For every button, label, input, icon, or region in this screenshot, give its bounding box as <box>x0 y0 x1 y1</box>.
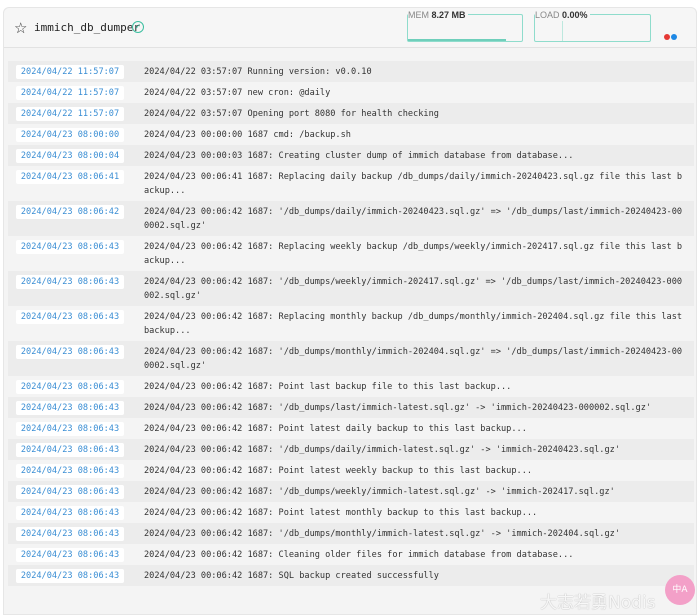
log-timestamp[interactable]: 2024/04/23 08:06:43 <box>16 569 124 583</box>
log-row: 2024/04/22 11:57:07 2024/04/22 03:57:07 n… <box>8 82 694 103</box>
log-timestamp[interactable]: 2024/04/23 08:06:42 <box>16 205 124 219</box>
log-message: 2024/04/23 00:06:42 1687: Point latest w… <box>144 466 533 476</box>
log-row: 2024/04/23 08:00:00 2024/04/23 00:00:00 1… <box>8 124 694 145</box>
log-row: 2024/04/23 08:06:43 2024/04/23 00:06:42 1… <box>8 376 694 397</box>
log-message: 2024/04/23 00:00:03 1687: Creating clust… <box>144 151 574 161</box>
log-row: 2024/04/23 08:06:41 2024/04/23 00:06:41 1… <box>8 166 694 201</box>
log-row: 2024/04/23 08:00:04 2024/04/23 00:00:03 1… <box>8 145 694 166</box>
log-row: 2024/04/23 08:06:43 2024/04/23 00:06:42 1… <box>8 271 694 306</box>
log-timestamp[interactable]: 2024/04/22 11:57:07 <box>16 107 124 121</box>
log-row: 2024/04/23 08:06:43 2024/04/23 00:06:42 1… <box>8 523 694 544</box>
log-message: 2024/04/23 00:06:42 1687: Point latest m… <box>144 508 538 518</box>
memory-meter: MEM 8.27 MB <box>407 10 523 42</box>
log-message: 2024/04/23 00:06:42 1687: Replacing mont… <box>144 312 683 336</box>
log-message: 2024/04/23 00:06:42 1687: Cleaning older… <box>144 550 574 560</box>
log-row: 2024/04/23 08:06:43 2024/04/23 00:06:42 1… <box>8 502 694 523</box>
log-message: 2024/04/23 00:06:42 1687: Replacing week… <box>144 242 683 266</box>
log-row: 2024/04/23 08:06:43 2024/04/23 00:06:42 1… <box>8 306 694 341</box>
log-row: 2024/04/23 08:06:42 2024/04/23 00:06:42 1… <box>8 201 694 236</box>
load-graph-line <box>562 21 563 41</box>
log-row: 2024/04/23 08:06:43 2024/04/23 00:06:42 1… <box>8 481 694 502</box>
log-message: 2024/04/23 00:06:42 1687: Point latest d… <box>144 424 527 434</box>
load-value: 0.00% <box>562 10 588 20</box>
log-message: 2024/04/22 03:57:07 Running version: v0.… <box>144 67 372 77</box>
log-message: 2024/04/23 00:06:42 1687: '/db_dumps/wee… <box>144 277 683 301</box>
log-message: 2024/04/23 00:06:42 1687: Point last bac… <box>144 382 512 392</box>
log-timestamp[interactable]: 2024/04/23 08:06:43 <box>16 401 124 415</box>
log-timestamp[interactable]: 2024/04/23 08:06:43 <box>16 380 124 394</box>
log-row: 2024/04/22 11:57:07 2024/04/22 03:57:07 O… <box>8 103 694 124</box>
log-row: 2024/04/23 08:06:43 2024/04/23 00:06:42 1… <box>8 439 694 460</box>
log-row: 2024/04/23 08:06:43 2024/04/23 00:06:42 1… <box>8 418 694 439</box>
log-timestamp[interactable]: 2024/04/23 08:06:43 <box>16 527 124 541</box>
mem-label: MEM <box>408 10 429 20</box>
log-message: 2024/04/23 00:06:42 1687: '/db_dumps/mon… <box>144 347 683 371</box>
container-name: immich_db_dumper <box>34 21 140 34</box>
container-log-panel: ☆ immich_db_dumper ✓ MEM 8.27 MB LOAD 0.… <box>3 7 697 615</box>
status-dot-red <box>664 34 670 40</box>
log-message: 2024/04/23 00:06:42 1687: '/db_dumps/dai… <box>144 207 683 231</box>
load-meter: LOAD 0.00% <box>534 10 651 42</box>
log-timestamp[interactable]: 2024/04/22 11:57:07 <box>16 65 124 79</box>
log-row: 2024/04/23 08:06:43 2024/04/23 00:06:42 1… <box>8 236 694 271</box>
log-message: 2024/04/22 03:57:07 Opening port 8080 fo… <box>144 109 439 119</box>
log-timestamp[interactable]: 2024/04/23 08:06:43 <box>16 548 124 562</box>
memory-fill <box>408 39 507 41</box>
log-row: 2024/04/22 11:57:07 2024/04/22 03:57:07 R… <box>8 61 694 82</box>
load-label: LOAD <box>535 10 560 20</box>
log-timestamp[interactable]: 2024/04/23 08:06:41 <box>16 170 124 184</box>
log-row: 2024/04/23 08:06:43 2024/04/23 00:06:42 1… <box>8 565 694 586</box>
log-timestamp[interactable]: 2024/04/23 08:00:00 <box>16 128 124 142</box>
healthy-check-icon: ✓ <box>132 21 144 33</box>
log-row: 2024/04/23 08:06:43 2024/04/23 00:06:42 1… <box>8 341 694 376</box>
log-timestamp[interactable]: 2024/04/23 08:06:43 <box>16 275 124 289</box>
star-icon[interactable]: ☆ <box>14 19 27 37</box>
log-timestamp[interactable]: 2024/04/23 08:06:43 <box>16 506 124 520</box>
log-row: 2024/04/23 08:06:43 2024/04/23 00:06:42 1… <box>8 544 694 565</box>
log-timestamp[interactable]: 2024/04/23 08:06:43 <box>16 310 124 324</box>
log-message: 2024/04/23 00:00:00 1687 cmd: /backup.sh <box>144 130 351 140</box>
translate-button[interactable]: 中A <box>665 575 695 605</box>
status-dots[interactable] <box>664 25 678 44</box>
mem-value: 8.27 MB <box>431 10 466 20</box>
log-message: 2024/04/23 00:06:42 1687: SQL backup cre… <box>144 571 439 581</box>
log-message: 2024/04/23 00:06:42 1687: '/db_dumps/las… <box>144 403 652 413</box>
log-message: 2024/04/23 00:06:42 1687: '/db_dumps/wee… <box>144 487 615 497</box>
log-timestamp[interactable]: 2024/04/23 08:06:43 <box>16 464 124 478</box>
log-message: 2024/04/23 00:06:42 1687: '/db_dumps/mon… <box>144 529 620 539</box>
watermark: 大志若勇Nodis <box>540 593 656 613</box>
log-message: 2024/04/23 00:06:41 1687: Replacing dail… <box>144 172 683 196</box>
log-timestamp[interactable]: 2024/04/23 08:06:43 <box>16 422 124 436</box>
log-message: 2024/04/23 00:06:42 1687: '/db_dumps/dai… <box>144 445 620 455</box>
log-message: 2024/04/22 03:57:07 new cron: @daily <box>144 88 331 98</box>
log-row: 2024/04/23 08:06:43 2024/04/23 00:06:42 1… <box>8 397 694 418</box>
log-timestamp[interactable]: 2024/04/23 08:06:43 <box>16 485 124 499</box>
log-list: 2024/04/22 11:57:07 2024/04/22 03:57:07 R… <box>8 61 694 586</box>
log-timestamp[interactable]: 2024/04/23 08:00:04 <box>16 149 124 163</box>
log-timestamp[interactable]: 2024/04/23 08:06:43 <box>16 443 124 457</box>
status-dot-blue <box>671 34 677 40</box>
container-header: ☆ immich_db_dumper ✓ MEM 8.27 MB LOAD 0.… <box>4 8 696 48</box>
log-timestamp[interactable]: 2024/04/22 11:57:07 <box>16 86 124 100</box>
log-row: 2024/04/23 08:06:43 2024/04/23 00:06:42 1… <box>8 460 694 481</box>
log-timestamp[interactable]: 2024/04/23 08:06:43 <box>16 240 124 254</box>
log-timestamp[interactable]: 2024/04/23 08:06:43 <box>16 345 124 359</box>
